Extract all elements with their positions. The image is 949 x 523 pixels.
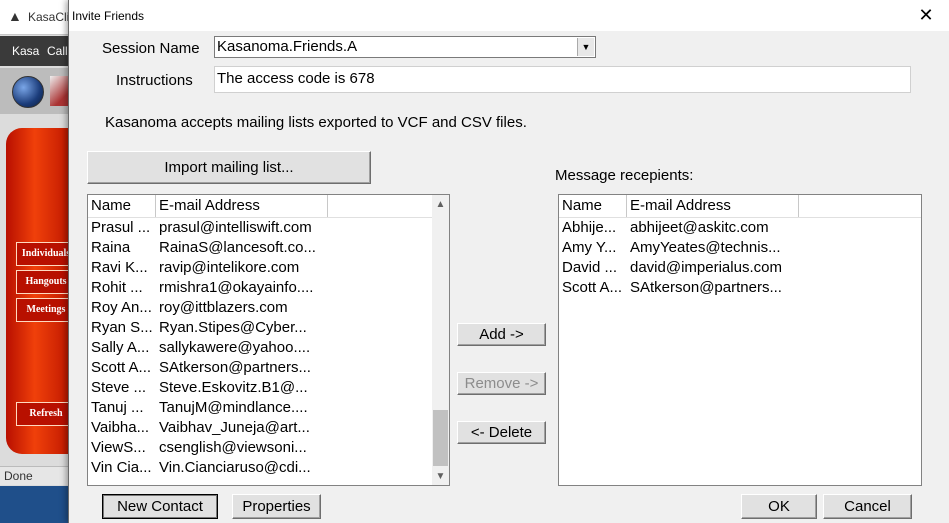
contact-name-cell: Amy Y... [562, 239, 617, 256]
cancel-button[interactable]: Cancel [823, 494, 912, 519]
table-row[interactable]: Roy An... roy@ittblazers.com [88, 298, 449, 318]
invite-friends-dialog: Invite Friends ✕ Session Name Kasanoma.F… [68, 0, 949, 523]
contact-name-cell: Rohit ... [91, 279, 143, 296]
contact-email-cell: Steve.Eskovitz.B1@... [159, 379, 308, 396]
dialog-titlebar: Invite Friends ✕ [69, 0, 949, 31]
table-row[interactable]: Abhije... abhijeet@askitc.com [559, 218, 921, 238]
desktop-background [0, 486, 70, 523]
contacts-scrollbar[interactable]: ▲ ▼ [432, 195, 449, 485]
contact-name-cell: Vin Cia... [91, 459, 152, 476]
contact-name-cell: Scott A... [562, 279, 623, 296]
contact-email-cell: Vin.Cianciaruso@cdi... [159, 459, 311, 476]
refresh-button[interactable]: Refresh [16, 402, 76, 426]
menu-kasa[interactable]: Kasa [12, 44, 39, 58]
instructions-value: The access code is 678 [217, 70, 375, 87]
column-header-name[interactable]: Name [88, 195, 156, 217]
contact-email-cell: RainaS@lancesoft.co... [159, 239, 316, 256]
delete-button[interactable]: <- Delete [457, 421, 546, 444]
toolbar-tool-icon[interactable] [50, 76, 70, 106]
info-text: Kasanoma accepts mailing lists exported … [105, 114, 527, 131]
contact-name-cell: Prasul ... [91, 219, 151, 236]
table-row[interactable]: ViewS... csenglish@viewsoni... [88, 438, 449, 458]
contact-email-cell: prasul@intelliswift.com [159, 219, 312, 236]
contact-email-cell: rmishra1@okayainfo.... [159, 279, 314, 296]
import-mailing-list-button[interactable]: Import mailing list... [87, 151, 371, 184]
contact-name-cell: Sally A... [91, 339, 150, 356]
table-row[interactable]: Raina RainaS@lancesoft.co... [88, 238, 449, 258]
contact-email-cell: AmyYeates@technis... [630, 239, 781, 256]
kasa-logo-icon: ▲ [8, 8, 22, 24]
contact-name-cell: Steve ... [91, 379, 147, 396]
recipients-list-header: Name E-mail Address [559, 195, 921, 218]
contacts-list[interactable]: Name E-mail Address Prasul ... prasul@int… [87, 194, 450, 486]
individuals-button[interactable]: Individuals [16, 242, 76, 266]
table-row[interactable]: Scott A... SAtkerson@partners... [88, 358, 449, 378]
contacts-list-header: Name E-mail Address [88, 195, 449, 218]
contact-email-cell: Ryan.Stipes@Cyber... [159, 319, 307, 336]
hangouts-button[interactable]: Hangouts [16, 270, 76, 294]
background-status-text: Done [4, 469, 33, 483]
instructions-label: Instructions [116, 72, 193, 89]
contact-name-cell: David ... [562, 259, 618, 276]
table-row[interactable]: Sally A... sallykawere@yahoo.... [88, 338, 449, 358]
contact-name-cell: ViewS... [91, 439, 146, 456]
table-row[interactable]: David ... david@imperialus.com [559, 258, 921, 278]
background-menubar: Kasa Call [0, 36, 70, 66]
contact-name-cell: Abhije... [562, 219, 617, 236]
contact-email-cell: csenglish@viewsoni... [159, 439, 307, 456]
contact-email-cell: abhijeet@askitc.com [630, 219, 769, 236]
table-row[interactable]: Vin Cia... Vin.Cianciaruso@cdi... [88, 458, 449, 478]
recipients-label: Message recepients: [555, 167, 694, 184]
table-row[interactable]: Tanuj ... TanujM@mindlance.... [88, 398, 449, 418]
ok-button[interactable]: OK [741, 494, 817, 519]
contact-email-cell: SAtkerson@partners... [159, 359, 311, 376]
contact-name-cell: Ryan S... [91, 319, 153, 336]
contact-name-cell: Ravi K... [91, 259, 148, 276]
table-row[interactable]: Rohit ... rmishra1@okayainfo.... [88, 278, 449, 298]
instructions-field[interactable]: The access code is 678 [214, 66, 911, 93]
scroll-up-icon[interactable]: ▲ [432, 196, 449, 213]
table-row[interactable]: Amy Y... AmyYeates@technis... [559, 238, 921, 258]
table-row[interactable]: Vaibha... Vaibhav_Juneja@art... [88, 418, 449, 438]
session-name-value: Kasanoma.Friends.A [217, 38, 358, 55]
remove-button[interactable]: Remove -> [457, 372, 546, 395]
contact-name-cell: Scott A... [91, 359, 152, 376]
globe-icon[interactable] [12, 76, 44, 108]
table-row[interactable]: Steve ... Steve.Eskovitz.B1@... [88, 378, 449, 398]
table-row[interactable]: Prasul ... prasul@intelliswift.com [88, 218, 449, 238]
contact-email-cell: Vaibhav_Juneja@art... [159, 419, 310, 436]
contact-email-cell: SAtkerson@partners... [630, 279, 782, 296]
table-row[interactable]: Ryan S... Ryan.Stipes@Cyber... [88, 318, 449, 338]
chevron-down-icon[interactable]: ▼ [577, 38, 594, 56]
close-icon[interactable]: ✕ [911, 0, 941, 31]
recipients-list[interactable]: Name E-mail Address Abhije... abhijeet@as… [558, 194, 922, 486]
background-titlebar: ▲ KasaCli [0, 0, 70, 35]
contact-email-cell: ravip@intelikore.com [159, 259, 300, 276]
background-app-title: KasaCli [28, 10, 70, 24]
contact-name-cell: Roy An... [91, 299, 152, 316]
contact-name-cell: Raina [91, 239, 131, 256]
dialog-title: Invite Friends [72, 9, 145, 23]
contact-email-cell: sallykawere@yahoo.... [159, 339, 311, 356]
contact-email-cell: TanujM@mindlance.... [159, 399, 308, 416]
add-button[interactable]: Add -> [457, 323, 546, 346]
session-name-label: Session Name [102, 40, 200, 57]
scrollbar-thumb[interactable] [433, 410, 448, 466]
properties-button[interactable]: Properties [232, 494, 321, 519]
table-row[interactable]: Scott A... SAtkerson@partners... [559, 278, 921, 298]
column-header-name[interactable]: Name [559, 195, 627, 217]
new-contact-button[interactable]: New Contact [102, 494, 218, 519]
contact-email-cell: roy@ittblazers.com [159, 299, 288, 316]
session-name-dropdown[interactable]: Kasanoma.Friends.A ▼ [214, 36, 596, 58]
contact-email-cell: david@imperialus.com [630, 259, 782, 276]
meetings-button[interactable]: Meetings [16, 298, 76, 322]
column-header-email[interactable]: E-mail Address [627, 195, 799, 217]
column-header-email[interactable]: E-mail Address [156, 195, 328, 217]
background-side-panel: Individuals Hangouts Meetings Refresh [6, 128, 76, 454]
contact-name-cell: Tanuj ... [91, 399, 144, 416]
table-row[interactable]: Ravi K... ravip@intelikore.com [88, 258, 449, 278]
menu-call[interactable]: Call [47, 44, 68, 58]
contact-name-cell: Vaibha... [91, 419, 150, 436]
scroll-down-icon[interactable]: ▼ [432, 468, 449, 485]
